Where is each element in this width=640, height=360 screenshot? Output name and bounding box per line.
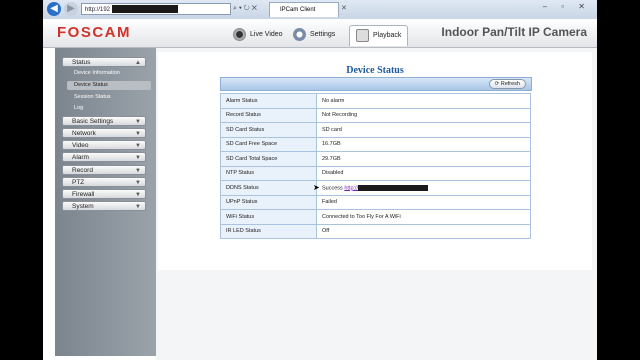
section-label: Basic Settings bbox=[72, 118, 114, 125]
table-row: Alarm Status No alarm bbox=[220, 93, 531, 109]
row-value: Failed bbox=[316, 194, 531, 210]
table-row: UPnP Status Failed bbox=[220, 194, 531, 210]
section-label: Status bbox=[72, 59, 91, 66]
sidebar-section-status[interactable]: Status ▲ bbox=[62, 57, 146, 67]
camera-icon bbox=[233, 27, 246, 41]
sidebar-item-device-status[interactable]: Device Status bbox=[67, 81, 151, 90]
tab-label: Settings bbox=[310, 31, 336, 38]
row-value: Connected to Too Fly For A WiFi bbox=[316, 209, 531, 225]
ddns-status-text: Success bbox=[322, 184, 343, 191]
section-label: Alarm bbox=[72, 154, 89, 161]
row-value: No alarm bbox=[316, 93, 531, 109]
forward-arrow-icon[interactable]: ▶ bbox=[64, 2, 78, 16]
chevron-down-icon: ▼ bbox=[135, 180, 141, 186]
address-bar[interactable]: http://192 bbox=[81, 3, 231, 15]
row-key: SD Card Free Space bbox=[220, 136, 317, 152]
address-controls[interactable]: ⌕ ▾ ↻ ✕ bbox=[233, 3, 257, 15]
sidebar-section-basic-settings[interactable]: Basic Settings ▼ bbox=[62, 116, 146, 126]
content-area: Device Status ⟳ Refresh Alarm Status No a… bbox=[158, 52, 592, 270]
calendar-icon bbox=[356, 28, 369, 42]
row-value: Not Recording bbox=[316, 107, 531, 123]
browser-tab[interactable]: IPCam Client bbox=[269, 2, 339, 17]
browser-window: ◀ ▶ http://192 ⌕ ▾ ↻ ✕ IPCam Client ✕ – … bbox=[43, 0, 597, 360]
row-key: DDNS Status bbox=[220, 180, 317, 196]
tab-settings[interactable]: Settings bbox=[293, 25, 335, 45]
section-label: Firewall bbox=[72, 191, 95, 198]
section-label: PTZ bbox=[72, 179, 85, 186]
tab-playback[interactable]: Playback bbox=[349, 25, 409, 46]
sidebar-section-network[interactable]: Network ▼ bbox=[62, 128, 146, 138]
table-row: SD Card Free Space 16.7GB bbox=[220, 136, 531, 152]
refresh-icon: ⟳ bbox=[494, 81, 500, 87]
product-name: Indoor Pan/Tilt IP Camera bbox=[441, 25, 587, 39]
address-text: http://192 bbox=[85, 7, 111, 13]
sidebar-section-record[interactable]: Record ▼ bbox=[62, 165, 146, 175]
table-row: NTP Status Disabled bbox=[220, 165, 531, 181]
chevron-down-icon: ▼ bbox=[135, 143, 141, 149]
chevron-down-icon: ▼ bbox=[135, 168, 141, 174]
chevron-down-icon: ▼ bbox=[135, 155, 141, 161]
sidebar-section-system[interactable]: System ▼ bbox=[62, 201, 146, 211]
section-label: Network bbox=[72, 130, 96, 137]
redacted-url bbox=[358, 184, 429, 191]
main-panel: Device Status ⟳ Refresh Alarm Status No a… bbox=[156, 48, 597, 360]
row-value: Off bbox=[316, 223, 531, 239]
back-arrow-icon[interactable]: ◀ bbox=[47, 2, 61, 16]
sidebar-item-log[interactable]: Log bbox=[67, 104, 151, 113]
app-header: FOSCAM Live Video Settings Playback Indo… bbox=[43, 19, 597, 48]
sidebar-section-ptz[interactable]: PTZ ▼ bbox=[62, 177, 146, 187]
tab-label: Live Video bbox=[250, 31, 283, 38]
row-key: Alarm Status bbox=[220, 93, 317, 109]
sidebar-item-device-information[interactable]: Device Information bbox=[67, 69, 151, 78]
table-row: Record Status Not Recording bbox=[220, 107, 531, 123]
table-row: WiFi Status Connected to Too Fly For A Wi… bbox=[220, 209, 531, 225]
section-label: System bbox=[72, 203, 94, 210]
table-row: DDNS Status Success http:// bbox=[220, 180, 531, 196]
sidebar-section-firewall[interactable]: Firewall ▼ bbox=[62, 189, 146, 199]
ddns-link[interactable]: http:// bbox=[344, 185, 358, 191]
chevron-down-icon: ▼ bbox=[135, 131, 141, 137]
row-value: SD card bbox=[316, 122, 531, 138]
foscam-logo: FOSCAM bbox=[57, 24, 131, 41]
refresh-label: Refresh bbox=[500, 81, 520, 87]
table-row: SD Card Status SD card bbox=[220, 122, 531, 138]
page-title: Device Status bbox=[346, 65, 404, 76]
section-label: Video bbox=[72, 142, 89, 149]
section-label: Record bbox=[72, 167, 93, 174]
window-controls[interactable]: – ▫ ✕ bbox=[543, 2, 591, 11]
tab-close-icon[interactable]: ✕ bbox=[341, 4, 347, 12]
gear-icon bbox=[293, 27, 306, 41]
status-table: Alarm Status No alarm Record Status Not Re… bbox=[220, 93, 531, 239]
sidebar-section-video[interactable]: Video ▼ bbox=[62, 140, 146, 150]
tab-label: Playback bbox=[373, 32, 402, 39]
sidebar-section-alarm[interactable]: Alarm ▼ bbox=[62, 152, 146, 162]
row-value: 16.7GB bbox=[316, 136, 531, 152]
table-row: IR LED Status Off bbox=[220, 223, 531, 239]
refresh-button[interactable]: ⟳ Refresh bbox=[488, 79, 526, 89]
chevron-down-icon: ▼ bbox=[135, 192, 141, 198]
table-toolbar: ⟳ Refresh bbox=[220, 77, 532, 91]
row-key: IR LED Status bbox=[220, 223, 317, 239]
chevron-up-icon: ▲ bbox=[135, 60, 141, 66]
row-value: Disabled bbox=[316, 165, 531, 181]
row-key: UPnP Status bbox=[220, 194, 317, 210]
chevron-down-icon: ▼ bbox=[135, 119, 141, 125]
row-value: Success http:// bbox=[316, 180, 531, 196]
sidebar-item-session-status[interactable]: Session Status bbox=[67, 93, 151, 102]
browser-toolbar: ◀ ▶ http://192 ⌕ ▾ ↻ ✕ IPCam Client ✕ – … bbox=[43, 0, 597, 20]
row-key: NTP Status bbox=[220, 165, 317, 181]
sidebar: Status ▲ Device Information Device Status… bbox=[55, 48, 156, 356]
row-value: 29.7GB bbox=[316, 151, 531, 167]
row-key: Record Status bbox=[220, 107, 317, 123]
row-key: SD Card Status bbox=[220, 122, 317, 138]
mouse-cursor-icon: ➤ bbox=[313, 183, 320, 192]
table-row: SD Card Total Space 29.7GB bbox=[220, 151, 531, 167]
chevron-down-icon: ▼ bbox=[135, 204, 141, 210]
tab-live-video[interactable]: Live Video bbox=[233, 25, 283, 45]
row-key: SD Card Total Space bbox=[220, 151, 317, 167]
row-key: WiFi Status bbox=[220, 209, 317, 225]
redacted-address bbox=[112, 5, 179, 14]
